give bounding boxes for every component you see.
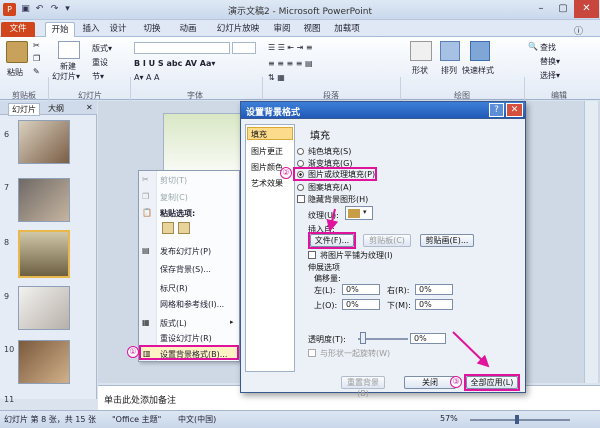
arrow-to-apply-all xyxy=(452,331,490,368)
arrow-to-file-button xyxy=(326,208,339,232)
annotation-arrows xyxy=(326,208,490,368)
